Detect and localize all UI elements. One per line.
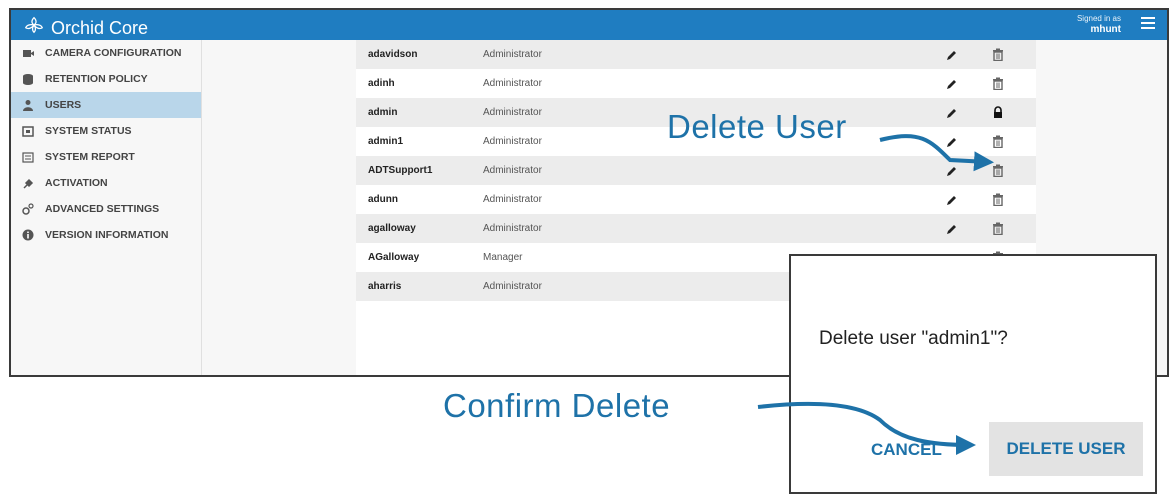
username-cell: AGalloway	[368, 252, 420, 263]
username-cell: adunn	[368, 194, 398, 205]
sidebar-item-label: VERSION INFORMATION	[45, 229, 169, 241]
brand-name: Orchid Core	[51, 17, 149, 38]
sidebar-item-retention-policy[interactable]: RETENTION POLICY	[11, 66, 201, 92]
delete-confirm-dialog: Delete user "admin1"? CANCEL DELETE USER	[789, 254, 1157, 494]
delete-user-button[interactable]: DELETE USER	[989, 422, 1143, 476]
signed-in-label: Signed in as	[1076, 14, 1121, 23]
hamburger-menu-icon[interactable]	[1141, 17, 1155, 31]
report-icon	[21, 151, 35, 163]
edit-pencil-icon[interactable]	[946, 49, 958, 61]
role-cell: Administrator	[483, 107, 542, 118]
sidebar-item-system-report[interactable]: SYSTEM REPORT	[11, 144, 201, 170]
sidebar-item-activation[interactable]: ACTIVATION	[11, 170, 201, 196]
top-bar: Orchid Core Signed in as mhunt	[11, 10, 1167, 40]
sidebar-item-label: RETENTION POLICY	[45, 73, 148, 85]
table-row[interactable]: agalloway Administrator	[356, 214, 1036, 243]
username-cell: aharris	[368, 281, 402, 292]
edit-pencil-icon[interactable]	[946, 78, 958, 90]
edit-pencil-icon[interactable]	[946, 194, 958, 206]
sidebar-item-advanced-settings[interactable]: ADVANCED SETTINGS	[11, 196, 201, 222]
sidebar-item-version-information[interactable]: VERSION INFORMATION	[11, 222, 201, 248]
orchid-logo-icon	[23, 14, 45, 41]
camera-icon	[21, 47, 35, 59]
username-cell: adinh	[368, 78, 395, 89]
table-row[interactable]: adavidson Administrator	[356, 40, 1036, 69]
info-icon	[21, 229, 35, 241]
plug-icon	[21, 177, 35, 189]
trash-icon[interactable]	[992, 222, 1004, 235]
role-cell: Administrator	[483, 165, 542, 176]
table-row[interactable]: adunn Administrator	[356, 185, 1036, 214]
dialog-message: Delete user "admin1"?	[819, 328, 1008, 349]
delete-user-callout: Delete User	[667, 108, 847, 145]
sidebar-item-system-status[interactable]: SYSTEM STATUS	[11, 118, 201, 144]
role-cell: Administrator	[483, 49, 542, 60]
cancel-button[interactable]: CANCEL	[871, 440, 942, 460]
table-row[interactable]: adinh Administrator	[356, 69, 1036, 98]
brand[interactable]: Orchid Core	[23, 14, 148, 41]
confirm-delete-callout: Confirm Delete	[443, 387, 671, 424]
sidebar-item-label: USERS	[45, 99, 82, 111]
sidebar-item-label: CAMERA CONFIGURATION	[45, 47, 182, 59]
username-cell: agalloway	[368, 223, 416, 234]
sidebar-item-users[interactable]: USERS	[11, 92, 201, 118]
edit-pencil-icon[interactable]	[946, 223, 958, 235]
username-cell: adavidson	[368, 49, 418, 60]
status-icon	[21, 125, 35, 137]
sidebar-item-label: ACTIVATION	[45, 177, 108, 189]
user-icon	[21, 99, 35, 111]
trash-icon[interactable]	[992, 135, 1004, 148]
lock-icon	[994, 106, 1002, 118]
role-cell: Administrator	[483, 223, 542, 234]
role-cell: Manager	[483, 252, 523, 263]
trash-icon[interactable]	[992, 193, 1004, 206]
role-cell: Administrator	[483, 281, 542, 292]
database-icon	[21, 73, 35, 85]
username-cell: admin1	[368, 136, 404, 147]
edit-pencil-icon[interactable]	[946, 165, 958, 177]
edit-pencil-icon[interactable]	[946, 107, 958, 119]
sidebar-item-label: SYSTEM STATUS	[45, 125, 132, 137]
signed-in-user[interactable]: mhunt	[1077, 24, 1121, 35]
sidebar-item-label: ADVANCED SETTINGS	[45, 203, 160, 215]
role-cell: Administrator	[483, 194, 542, 205]
username-cell: ADTSupport1	[368, 165, 433, 176]
gears-icon	[21, 203, 35, 215]
sidebar-item-label: SYSTEM REPORT	[45, 151, 135, 163]
signed-in-info: Signed in as mhunt	[1077, 13, 1121, 35]
sidebar: CAMERA CONFIGURATION RETENTION POLICY USER…	[11, 40, 202, 375]
role-cell: Administrator	[483, 136, 542, 147]
table-row[interactable]: ADTSupport1 Administrator	[356, 156, 1036, 185]
username-cell: admin	[368, 107, 398, 118]
trash-icon[interactable]	[992, 164, 1004, 177]
trash-icon[interactable]	[992, 48, 1004, 61]
edit-pencil-icon[interactable]	[946, 136, 958, 148]
trash-icon[interactable]	[992, 77, 1004, 90]
sidebar-item-camera-configuration[interactable]: CAMERA CONFIGURATION	[11, 40, 201, 66]
role-cell: Administrator	[483, 78, 542, 89]
